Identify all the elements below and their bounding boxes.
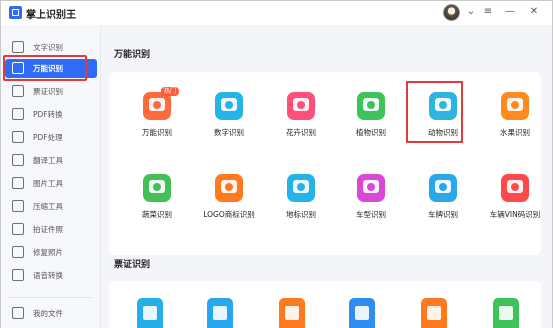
sidebar-item-label: 拍证件照	[33, 225, 63, 234]
sidebar-item-label: 票证识别	[33, 87, 63, 96]
sidebar-item-label: 图片工具	[33, 179, 63, 188]
tool-label: 数字识别	[214, 128, 244, 137]
sidebar-item-pdf-process[interactable]: PDF处理	[5, 128, 97, 147]
universal-icon	[143, 92, 171, 120]
tool-vin[interactable]: 车辆VIN码识别	[479, 166, 551, 232]
tool-label: 车辆VIN码识别	[489, 210, 541, 219]
id-photo-icon	[12, 223, 24, 235]
tool-label: 车牌识别	[428, 210, 458, 219]
image-icon	[12, 177, 24, 189]
tool-fruit[interactable]: 水果识别	[479, 84, 551, 150]
flower-icon	[287, 92, 315, 120]
tool-label: 植物识别	[356, 128, 386, 137]
voice-icon	[12, 269, 24, 281]
sidebar-item-label: PDF处理	[33, 133, 63, 142]
id-card-icon[interactable]	[137, 298, 163, 328]
sidebar-item-pdf-convert[interactable]: PDF转换	[5, 105, 97, 124]
sidebar-item-label: PDF转换	[33, 110, 63, 119]
landmark-icon	[287, 174, 315, 202]
tool-label: LOGO商标识别	[203, 210, 255, 219]
tool-universal[interactable]: 万能识别 热门	[121, 84, 193, 150]
tool-label: 水果识别	[500, 128, 530, 137]
passport-icon[interactable]	[493, 298, 519, 328]
repair-photo-icon	[12, 246, 24, 258]
sidebar-item-translate[interactable]: 翻译工具	[5, 151, 97, 170]
translate-icon	[12, 154, 24, 166]
tool-car-model[interactable]: 车型识别	[335, 166, 407, 232]
sidebar-item-label: 文字识别	[33, 43, 63, 52]
tool-plant[interactable]: 植物识别	[335, 84, 407, 150]
tool-label: 地标识别	[286, 210, 316, 219]
menu-icon[interactable]: ≡	[481, 4, 495, 20]
app-logo-icon	[9, 6, 22, 19]
license-plate-icon	[429, 174, 457, 202]
tool-number[interactable]: 数字识别	[193, 84, 265, 150]
universal-tools-card: 万能识别 热门 数字识别 花卉识别 植物识别 动物识别 水果识别 蔬菜识别 LOGO商标识别 地标…	[109, 72, 541, 255]
tool-license-plate[interactable]: 车牌识别	[407, 166, 479, 232]
folder-icon	[12, 307, 24, 319]
number-icon	[215, 92, 243, 120]
plant-icon	[357, 92, 385, 120]
vin-icon	[501, 174, 529, 202]
sidebar-item-label: 我的文件	[33, 309, 63, 318]
tool-label: 蔬菜识别	[142, 210, 172, 219]
logo-icon	[215, 174, 243, 202]
tool-label: 万能识别	[142, 128, 172, 137]
sidebar-item-image[interactable]: 图片工具	[5, 174, 97, 193]
pdf-convert-icon	[12, 108, 24, 120]
pdf-process-icon	[12, 131, 24, 143]
invoice-icon[interactable]	[349, 298, 375, 328]
sidebar-item-my-files[interactable]: 我的文件	[5, 304, 97, 323]
section-title-universal: 万能识别	[114, 50, 151, 60]
sidebar-item-label: 翻译工具	[33, 156, 63, 165]
sidebar-item-voice[interactable]: 语音转换	[5, 266, 97, 285]
title-bar: 掌上识别王 ⌄ ≡ — ✕	[1, 1, 552, 25]
highlight-outline	[3, 55, 87, 81]
sidebar-item-label: 语音转换	[33, 271, 63, 280]
app-window: 掌上识别王 ⌄ ≡ — ✕ 文字识别 万能识别 票证识别 PDF转换 PDF处理 翻译工具…	[0, 0, 553, 328]
avatar[interactable]	[443, 4, 460, 21]
main-content: 万能识别 万能识别 热门 数字识别 花卉识别 植物识别 动物识别 水果识别 蔬菜识别 LOGO商…	[101, 25, 552, 328]
ticket-tools-card	[109, 281, 541, 328]
sidebar-item-id-photo[interactable]: 拍证件照	[5, 220, 97, 239]
sidebar-item-compress[interactable]: 压缩工具	[5, 197, 97, 216]
compress-icon	[12, 200, 24, 212]
tool-label: 花卉识别	[286, 128, 316, 137]
minimize-icon[interactable]: —	[503, 4, 517, 20]
tool-landmark[interactable]: 地标识别	[265, 166, 337, 232]
avatar-dropdown-icon[interactable]: ⌄	[464, 4, 478, 20]
tool-vegetable[interactable]: 蔬菜识别	[121, 166, 193, 232]
driver-license-icon[interactable]	[421, 298, 447, 328]
bank-card-icon[interactable]	[207, 298, 233, 328]
sidebar-divider	[7, 297, 93, 298]
section-title-tickets: 票证识别	[114, 260, 151, 270]
business-license-icon[interactable]	[279, 298, 305, 328]
highlight-outline	[406, 81, 463, 143]
sidebar-item-label: 修复照片	[33, 248, 63, 257]
text-icon	[12, 41, 24, 53]
app-title: 掌上识别王	[26, 10, 76, 21]
sidebar-item-ticket[interactable]: 票证识别	[5, 82, 97, 101]
sidebar-item-repair-photo[interactable]: 修复照片	[5, 243, 97, 262]
fruit-icon	[501, 92, 529, 120]
close-icon[interactable]: ✕	[527, 4, 541, 20]
sidebar: 文字识别 万能识别 票证识别 PDF转换 PDF处理 翻译工具 图片工具 压缩工具 拍证件照 修复…	[1, 25, 101, 328]
hot-badge: 热门	[161, 87, 180, 96]
tool-logo[interactable]: LOGO商标识别	[193, 166, 265, 232]
tool-label: 车型识别	[356, 210, 386, 219]
vegetable-icon	[143, 174, 171, 202]
ticket-icon	[12, 85, 24, 97]
tool-flower[interactable]: 花卉识别	[265, 84, 337, 150]
sidebar-item-label: 压缩工具	[33, 202, 63, 211]
car-model-icon	[357, 174, 385, 202]
